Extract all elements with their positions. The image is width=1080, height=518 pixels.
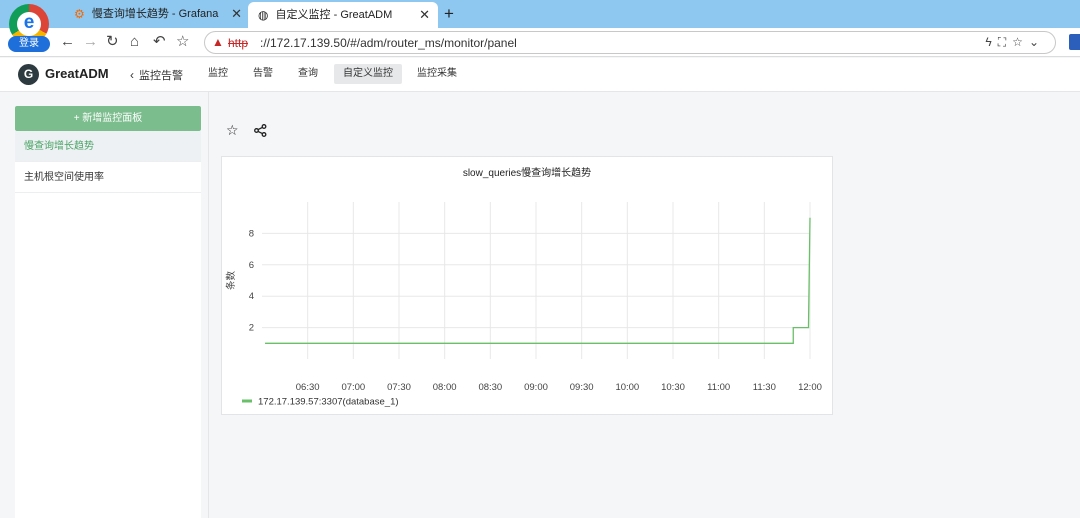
- sidebar-item-root-space-usage[interactable]: 主机根空间使用率: [15, 162, 201, 193]
- x-tick-label: 10:00: [615, 382, 639, 393]
- chevron-left-icon: ‹: [130, 68, 134, 82]
- x-tick-label: 06:30: [296, 382, 320, 393]
- x-tick-label: 11:00: [707, 382, 730, 393]
- nav-alert[interactable]: 告警: [244, 64, 282, 84]
- browser-e-icon: e: [17, 12, 41, 36]
- y-tick-label: 2: [249, 323, 254, 334]
- x-tick-label: 08:00: [433, 382, 457, 393]
- back-link[interactable]: ‹ 监控告警: [130, 67, 183, 83]
- x-tick-label: 09:30: [570, 382, 594, 393]
- undo-icon[interactable]: ↶: [153, 32, 166, 52]
- star-icon[interactable]: ☆: [226, 122, 239, 139]
- y-axis-label: 条数: [225, 271, 237, 291]
- address-bar-actions[interactable]: ϟ⛶☆⌄: [985, 35, 1045, 50]
- reload-icon[interactable]: ↻: [106, 32, 119, 52]
- main-divider: [208, 92, 209, 518]
- sidebar: + 新增监控面板 慢查询增长趋势 主机根空间使用率: [15, 106, 201, 518]
- close-icon[interactable]: ✕: [419, 2, 430, 28]
- series-line: [265, 217, 811, 344]
- tab-greatadm[interactable]: ◍ 自定义监控 - GreatADM ✕: [248, 2, 438, 28]
- close-icon[interactable]: ✕: [231, 2, 242, 26]
- y-tick-label: 6: [249, 260, 254, 271]
- warning-triangle-icon: ▲: [212, 35, 224, 49]
- x-tick-label: 11:30: [753, 382, 776, 393]
- tab-grafana[interactable]: ⚙ 慢查询增长趋势 - Grafana ✕: [64, 2, 250, 26]
- app-header: G GreatADM ‹ 监控告警 监控 告警 查询 自定义监控 监控采集: [0, 58, 1080, 92]
- share-icon[interactable]: [254, 124, 267, 142]
- back-arrow-icon[interactable]: ←: [60, 32, 75, 52]
- globe-icon: ◍: [258, 8, 269, 23]
- add-panel-button[interactable]: + 新增监控面板: [15, 106, 201, 131]
- x-tick-label: 10:30: [661, 382, 685, 393]
- x-tick-label: 07:00: [341, 382, 365, 393]
- favorite-star-icon[interactable]: ☆: [1012, 35, 1029, 49]
- login-badge[interactable]: 登录: [8, 36, 50, 52]
- star-icon[interactable]: ☆: [176, 32, 189, 52]
- line-chart[interactable]: 06:30 07:00 07:30 08:00 08:30 09:00 09:30 10:00…: [222, 157, 834, 416]
- lightning-icon[interactable]: ϟ: [985, 35, 997, 49]
- plus-icon[interactable]: +: [444, 2, 454, 26]
- url-input[interactable]: ▲ http ://172.17.139.50/#/adm/router_ms/…: [204, 31, 1056, 54]
- chart-panel: slow_queries慢查询增长趋势 06:30 07:00 07:30 08:00…: [221, 156, 833, 415]
- chevron-down-icon[interactable]: ⌄: [1029, 35, 1045, 49]
- tab-label: 慢查询增长趋势 - Grafana: [91, 8, 219, 21]
- x-tick-label: 08:30: [478, 382, 502, 393]
- sidebar-item-slow-query-trend[interactable]: 慢查询增长趋势: [15, 131, 201, 162]
- browser-tab-bar: ⚙ 慢查询增长趋势 - Grafana ✕ ◍ 自定义监控 - GreatADM…: [0, 0, 1080, 28]
- url-path: ://172.17.139.50/#/adm/router_ms/monitor…: [260, 36, 517, 50]
- url-scheme: http: [228, 36, 249, 50]
- back-label: 监控告警: [139, 70, 183, 82]
- nav-monitor[interactable]: 监控: [199, 64, 237, 84]
- y-tick-label: 4: [249, 291, 254, 302]
- nav-query[interactable]: 查询: [289, 64, 327, 84]
- app-name: GreatADM: [45, 66, 109, 81]
- tab-label: 自定义监控 - GreatADM: [275, 9, 393, 22]
- legend-label: 172.17.139.57:3307(database_1): [258, 397, 399, 408]
- nav-custom-monitor[interactable]: 自定义监控: [334, 64, 402, 84]
- y-tick-label: 8: [249, 228, 254, 239]
- x-tick-label: 07:30: [387, 382, 411, 393]
- grafana-icon: ⚙: [74, 7, 85, 22]
- greatadm-logo-icon[interactable]: G: [18, 64, 39, 85]
- nav-monitor-collect[interactable]: 监控采集: [408, 64, 466, 84]
- browser-logo[interactable]: e 登录: [8, 4, 50, 52]
- screenshot-icon[interactable]: ⛶: [998, 35, 1012, 49]
- address-bar: ← → ↻ ⌂ ↶ ☆ ▲ http ://172.17.139.50/#/ad…: [0, 28, 1080, 57]
- x-tick-label: 12:00: [798, 382, 822, 393]
- home-icon[interactable]: ⌂: [130, 32, 139, 52]
- extension-icon[interactable]: [1069, 34, 1080, 50]
- forward-arrow-icon[interactable]: →: [83, 32, 98, 52]
- x-tick-label: 09:00: [524, 382, 548, 393]
